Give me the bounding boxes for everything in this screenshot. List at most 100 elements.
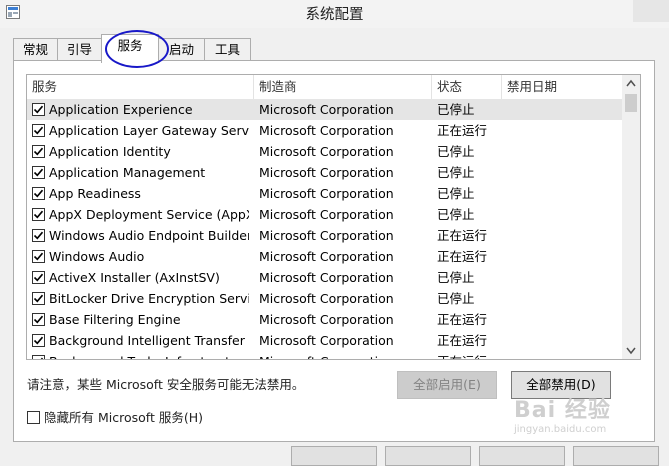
notice-text: 请注意，某些 Microsoft 安全服务可能无法禁用。 — [27, 377, 305, 392]
service-name-cell: BitLocker Drive Encryption Service — [49, 291, 249, 306]
scroll-thumb[interactable] — [625, 94, 637, 112]
manufacturer-cell: Microsoft Corporation — [259, 249, 394, 264]
help-button[interactable] — [573, 446, 659, 466]
tab-startup[interactable]: 启动 — [158, 38, 205, 60]
checkmark-icon — [33, 336, 44, 345]
manufacturer-cell: Microsoft Corporation — [259, 228, 394, 243]
column-header-disable-date[interactable]: 禁用日期 — [502, 75, 623, 99]
manufacturer-cell: Microsoft Corporation — [259, 123, 394, 138]
status-cell: 正在运行 — [437, 228, 488, 243]
close-button[interactable] — [633, 0, 669, 22]
service-name-cell: Application Layer Gateway Service — [49, 123, 249, 138]
tab-label: 服务 — [117, 38, 143, 53]
services-rows: Application Experience Microsoft Corporat… — [27, 99, 623, 359]
checkmark-icon — [33, 126, 44, 135]
service-checkbox[interactable] — [32, 355, 45, 359]
checkmark-icon — [33, 315, 44, 324]
table-row[interactable]: Application Layer Gateway Service Microso… — [27, 120, 623, 141]
tab-label: 常规 — [22, 42, 48, 57]
manufacturer-cell: Microsoft Corporation — [259, 333, 394, 348]
checkmark-icon — [33, 294, 44, 303]
table-row[interactable]: Windows Audio Microsoft Corporation 正在运行 — [27, 246, 623, 267]
hide-ms-services-label: 隐藏所有 Microsoft 服务(H) — [44, 410, 203, 425]
status-cell: 正在运行 — [437, 351, 502, 359]
checkmark-icon — [33, 231, 44, 240]
checkmark-icon — [33, 189, 44, 198]
manufacturer-cell: Microsoft Corporation — [259, 144, 394, 159]
manufacturer-cell: Microsoft Corporation — [259, 312, 394, 327]
checkbox-box[interactable] — [27, 411, 40, 424]
ok-button[interactable] — [291, 446, 377, 466]
manufacturer-cell: Microsoft Corporation — [259, 207, 394, 222]
service-checkbox[interactable] — [32, 166, 45, 179]
status-cell: 已停止 — [437, 186, 475, 201]
column-header-status[interactable]: 状态 — [432, 75, 502, 99]
service-name-cell: Application Management — [49, 165, 206, 180]
status-cell: 正在运行 — [437, 333, 488, 348]
service-name-cell: Windows Audio Endpoint Builder — [49, 228, 249, 243]
service-checkbox[interactable] — [32, 124, 45, 137]
service-name-cell: AppX Deployment Service (AppX... — [49, 207, 249, 222]
service-name-cell: Application Experience — [49, 102, 193, 117]
service-checkbox[interactable] — [32, 292, 45, 305]
vertical-scrollbar[interactable] — [622, 75, 640, 359]
checkmark-icon — [33, 210, 44, 219]
tab-tools[interactable]: 工具 — [204, 38, 251, 60]
table-row[interactable]: BitLocker Drive Encryption Service Micros… — [27, 288, 623, 309]
service-checkbox[interactable] — [32, 208, 45, 221]
checkmark-icon — [40, 357, 44, 359]
service-checkbox[interactable] — [32, 313, 45, 326]
cancel-button[interactable] — [385, 446, 471, 466]
service-name-cell: App Readiness — [49, 186, 141, 201]
enable-all-button[interactable]: 全部启用(E) — [397, 371, 497, 399]
service-checkbox[interactable] — [32, 187, 45, 200]
status-cell: 已停止 — [437, 291, 475, 306]
table-row[interactable]: Base Filtering Engine Microsoft Corporati… — [27, 309, 623, 330]
checkmark-icon — [33, 168, 44, 177]
manufacturer-cell: Microsoft Corporation — [259, 270, 394, 285]
checkmark-icon — [33, 147, 44, 156]
checkmark-icon — [33, 252, 44, 261]
services-list[interactable]: 服务 制造商 状态 禁用日期 Application Experience Mic… — [26, 74, 641, 360]
tab-general[interactable]: 常规 — [13, 38, 58, 60]
apply-button[interactable] — [479, 446, 565, 466]
table-row[interactable]: ActiveX Installer (AxInstSV) Microsoft Co… — [27, 267, 623, 288]
table-row[interactable]: App Readiness Microsoft Corporation 已停止 — [27, 183, 623, 204]
service-name-cell: Windows Audio — [49, 249, 145, 264]
table-row[interactable]: AppX Deployment Service (AppX... Microsof… — [27, 204, 623, 225]
title-bar: 系统配置 — [0, 0, 669, 28]
service-checkbox[interactable] — [32, 103, 45, 116]
table-row[interactable]: Application Management Microsoft Corporat… — [27, 162, 623, 183]
table-row[interactable]: Application Identity Microsoft Corporatio… — [27, 141, 623, 162]
service-checkbox[interactable] — [32, 229, 45, 242]
tab-boot[interactable]: 引导 — [57, 38, 102, 60]
service-name-cell: Base Filtering Engine — [49, 312, 181, 327]
column-header-service[interactable]: 服务 — [27, 75, 254, 99]
status-cell: 已停止 — [437, 144, 475, 159]
tab-label: 工具 — [214, 42, 240, 57]
status-cell: 已停止 — [437, 102, 475, 117]
manufacturer-cell: Microsoft Corporation — [259, 102, 394, 117]
tab-label: 启动 — [168, 42, 194, 57]
service-name-cell: Background Tasks Infrastructure ... — [49, 351, 249, 359]
manufacturer-cell: Microsoft Corporation — [259, 291, 394, 306]
tab-label: 引导 — [66, 42, 92, 57]
scroll-down-arrow-icon[interactable] — [622, 342, 640, 359]
column-header-manufacturer[interactable]: 制造商 — [254, 75, 432, 99]
table-row[interactable]: Background Tasks Infrastructure ... Micro… — [27, 351, 623, 359]
service-checkbox[interactable] — [32, 250, 45, 263]
service-checkbox[interactable] — [32, 145, 45, 158]
manufacturer-cell: Microsoft Corporation — [259, 186, 394, 201]
service-checkbox[interactable] — [32, 271, 45, 284]
disable-all-button[interactable]: 全部禁用(D) — [511, 371, 611, 399]
table-row[interactable]: Application Experience Microsoft Corporat… — [27, 99, 623, 120]
service-checkbox[interactable] — [32, 334, 45, 347]
table-row[interactable]: Windows Audio Endpoint Builder Microsoft … — [27, 225, 623, 246]
scroll-up-arrow-icon[interactable] — [622, 75, 640, 92]
status-cell: 已停止 — [437, 207, 475, 222]
tab-services[interactable]: 服务 — [101, 34, 159, 63]
status-cell: 正在运行 — [437, 249, 488, 264]
status-cell: 已停止 — [437, 165, 475, 180]
list-header: 服务 制造商 状态 禁用日期 — [27, 75, 623, 99]
table-row[interactable]: Background Intelligent Transfer ... Micro… — [27, 330, 623, 351]
